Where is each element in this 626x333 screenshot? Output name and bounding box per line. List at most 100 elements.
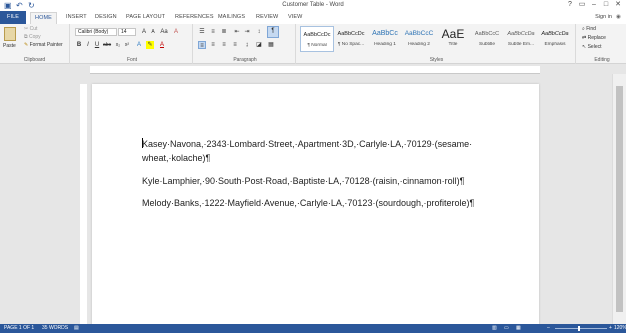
- increase-indent-icon[interactable]: ⇥: [243, 28, 251, 36]
- page-count[interactable]: PAGE 1 OF 1: [4, 324, 34, 333]
- read-mode-icon[interactable]: ▥: [492, 324, 497, 333]
- horizontal-ruler[interactable]: [90, 66, 540, 74]
- shading-icon[interactable]: ◪: [255, 41, 263, 49]
- find-button[interactable]: ⌕ Find: [582, 26, 596, 33]
- style-emphasis[interactable]: AaBbCcDa Emphasis: [538, 26, 572, 52]
- align-left-icon[interactable]: ≡: [198, 41, 206, 49]
- highlight-icon[interactable]: ✎: [146, 41, 154, 49]
- tab-references[interactable]: REFERENCES: [175, 13, 214, 22]
- help-icon[interactable]: ?: [564, 0, 576, 10]
- tab-review[interactable]: REVIEW: [256, 13, 278, 22]
- editing-group: ⌕ Find ⇄ Replace ↖ Select Editing: [578, 24, 626, 64]
- style-title[interactable]: AaE Title: [436, 26, 470, 52]
- sort-icon[interactable]: ↕: [255, 28, 263, 36]
- style-heading-1[interactable]: AaBbCc Heading 1: [368, 26, 402, 52]
- decrease-indent-icon[interactable]: ⇤: [233, 28, 241, 36]
- paragraph-label: Paragraph: [233, 57, 257, 63]
- font-size-select[interactable]: 14: [118, 28, 136, 36]
- line-spacing-icon[interactable]: ↨: [243, 41, 251, 49]
- web-layout-icon[interactable]: ▦: [516, 324, 521, 333]
- show-marks-icon[interactable]: ¶: [267, 26, 279, 38]
- replace-button[interactable]: ⇄ Replace: [582, 35, 606, 42]
- format-painter-button[interactable]: ✎ Format Painter: [24, 42, 63, 49]
- align-right-icon[interactable]: ≡: [220, 41, 228, 49]
- ribbon-display-icon[interactable]: ▭: [576, 0, 588, 10]
- word-count[interactable]: 35 WORDS: [42, 324, 68, 333]
- style-subtitle-preview: AaBbCcC: [474, 31, 500, 37]
- change-case-icon[interactable]: Aa: [160, 28, 168, 36]
- tab-file[interactable]: FILE: [0, 11, 26, 24]
- style-title-label: Title: [448, 42, 458, 47]
- tab-insert[interactable]: INSERT: [66, 13, 87, 22]
- close-icon[interactable]: ✕: [612, 0, 624, 10]
- cut-button[interactable]: ✂ Cut: [24, 26, 37, 33]
- clipboard-group: Paste ✂ Cut ⧉ Copy ✎ Format Painter Clip…: [0, 24, 70, 64]
- tab-mailings[interactable]: MAILINGS: [218, 13, 245, 22]
- multilevel-icon[interactable]: ≣: [220, 28, 228, 36]
- ribbon-tabs: FILE HOME INSERT DESIGN PAGE LAYOUT REFE…: [0, 11, 626, 24]
- borders-icon[interactable]: ▦: [267, 41, 275, 49]
- sign-in-link[interactable]: Sign in: [595, 13, 612, 22]
- style-normal[interactable]: AaBbCcDc ¶ Normal: [300, 26, 334, 52]
- style-title-preview: AaE: [441, 27, 465, 41]
- clear-formatting-icon[interactable]: A: [172, 28, 180, 36]
- scrollbar-thumb[interactable]: [616, 86, 623, 312]
- bullets-icon[interactable]: ☰: [198, 28, 206, 36]
- minimize-icon[interactable]: –: [588, 0, 600, 10]
- tab-view[interactable]: VIEW: [288, 13, 302, 22]
- paragraph-3[interactable]: Melody·Banks,·1222·Mayfield·Avenue,·Carl…: [142, 196, 492, 210]
- tab-page-layout[interactable]: PAGE LAYOUT: [126, 13, 165, 22]
- style-subtitle[interactable]: AaBbCcC Subtitle: [470, 26, 504, 52]
- font-family-select[interactable]: Calibri (Body): [75, 28, 117, 36]
- zoom-slider[interactable]: [555, 328, 607, 329]
- window-controls: ? ▭ – □ ✕: [564, 0, 624, 10]
- paste-icon[interactable]: [4, 27, 16, 41]
- shrink-font-icon[interactable]: A: [149, 28, 157, 36]
- vertical-scrollbar[interactable]: [612, 74, 626, 324]
- paste-button[interactable]: Paste: [3, 43, 16, 50]
- italic-icon[interactable]: I: [84, 41, 92, 49]
- grow-font-icon[interactable]: A: [140, 28, 148, 36]
- zoom-level[interactable]: 120%: [614, 324, 626, 333]
- print-layout-icon[interactable]: ▭: [504, 324, 509, 333]
- maximize-icon[interactable]: □: [600, 0, 612, 10]
- style-subtle-emphasis[interactable]: AaBbCcDa Subtle Em...: [504, 26, 538, 52]
- tab-home[interactable]: HOME: [30, 12, 57, 24]
- strikethrough-icon[interactable]: abc: [103, 41, 111, 49]
- select-button[interactable]: ↖ Select: [582, 44, 602, 51]
- style-normal-preview: AaBbCcDc: [303, 32, 331, 38]
- proofing-icon[interactable]: ▤: [74, 324, 79, 333]
- bold-icon[interactable]: B: [75, 41, 83, 49]
- copy-icon: ⧉: [24, 34, 28, 40]
- title-bar: ▣ ↶ ↻ Customer Table - Word ? ▭ – □ ✕: [0, 0, 626, 11]
- zoom-out-button[interactable]: –: [547, 324, 550, 333]
- style-heading-2-preview: AaBbCcC: [404, 30, 434, 37]
- user-icon[interactable]: ◉: [616, 13, 621, 22]
- font-color-icon[interactable]: A: [158, 41, 166, 49]
- cursor-icon: ↖: [582, 44, 587, 50]
- style-emphasis-preview: AaBbCcDa: [541, 31, 569, 37]
- subscript-icon[interactable]: x₂: [114, 41, 122, 49]
- font-label: Font: [126, 57, 137, 63]
- tab-design[interactable]: DESIGN: [95, 13, 117, 22]
- paragraph-group: ☰ ≡ ≣ ⇤ ⇥ ↕ ¶ ≡ ≡ ≡ ≡ ↨ ◪ ▦ Paragraph: [195, 24, 296, 64]
- align-center-icon[interactable]: ≡: [209, 41, 217, 49]
- zoom-in-button[interactable]: +: [609, 324, 612, 333]
- paragraph-1[interactable]: Kasey·Navona,·2343·Lombard·Street,·Apart…: [142, 137, 492, 165]
- copy-button[interactable]: ⧉ Copy: [24, 34, 41, 41]
- vertical-ruler[interactable]: [80, 84, 87, 324]
- style-heading-2[interactable]: AaBbCcC Heading 2: [402, 26, 436, 52]
- style-no-spacing-preview: AaBbCcDc: [337, 31, 365, 37]
- superscript-icon[interactable]: x²: [123, 41, 131, 49]
- numbering-icon[interactable]: ≡: [209, 28, 217, 36]
- justify-icon[interactable]: ≡: [231, 41, 239, 49]
- underline-icon[interactable]: U: [93, 41, 101, 49]
- window-title: Customer Table - Word: [282, 2, 344, 8]
- style-subtle-emphasis-label: Subtle Em...: [507, 42, 535, 47]
- paragraph-2[interactable]: Kyle·Lamphier,·90·South·Post·Road,·Bapti…: [142, 174, 492, 188]
- document-page[interactable]: Kasey·Navona,·2343·Lombard·Street,·Apart…: [92, 84, 539, 325]
- text-effects-icon[interactable]: A: [135, 41, 143, 49]
- style-no-spacing[interactable]: AaBbCcDc ¶ No Spac...: [334, 26, 368, 52]
- brush-icon: ✎: [24, 42, 29, 48]
- zoom-slider-thumb[interactable]: [578, 326, 580, 331]
